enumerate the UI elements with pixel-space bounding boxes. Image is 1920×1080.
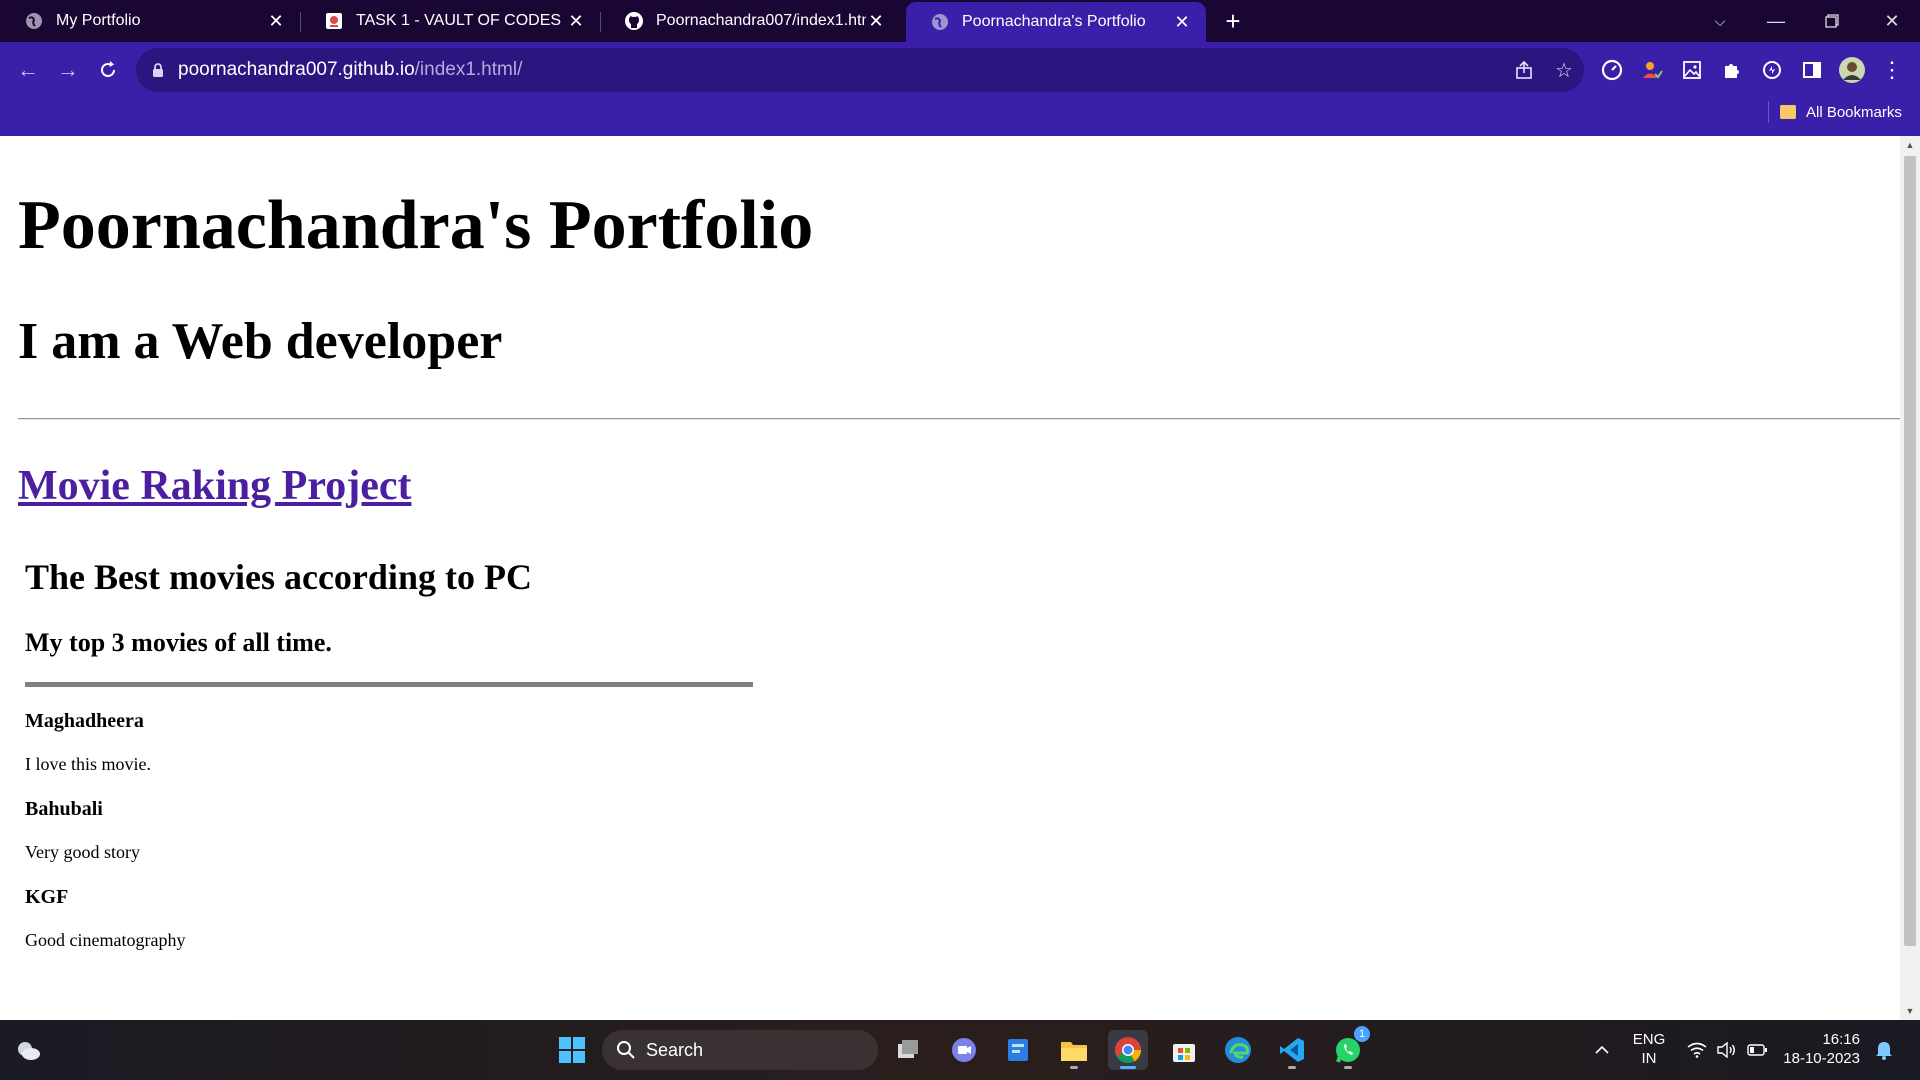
speedometer-extension-icon[interactable]	[1596, 54, 1628, 86]
section-title: The Best movies according to PC	[25, 557, 532, 597]
tab-vault-of-codes[interactable]: TASK 1 - VAULT OF CODES ✕	[300, 0, 600, 42]
microsoft-store-icon[interactable]	[1164, 1030, 1204, 1070]
back-arrow-icon[interactable]: ←	[12, 54, 44, 86]
browser-toolbar: ← → poornachandra007.github.io /index1.h…	[0, 42, 1920, 136]
tab-github-index1[interactable]: Poornachandra007/index1.html ✕	[600, 0, 900, 42]
divider	[18, 418, 1900, 420]
taskbar-search-input[interactable]: Search	[602, 1030, 878, 1070]
active-indicator	[1120, 1066, 1136, 1069]
tab-search-chevron-icon[interactable]: ⌵	[1692, 0, 1748, 42]
person-extension-icon[interactable]	[1636, 54, 1668, 86]
tab-title: My Portfolio	[56, 12, 141, 29]
movie-title: Bahubali	[25, 798, 103, 820]
movie-description: Very good story	[25, 842, 140, 862]
close-tab-icon[interactable]: ✕	[1172, 12, 1192, 32]
star-icon[interactable]: ☆	[1544, 48, 1584, 92]
all-bookmarks-button[interactable]: All Bookmarks	[1780, 100, 1902, 124]
task-view-icon[interactable]	[888, 1030, 928, 1070]
search-icon	[617, 1041, 635, 1059]
folder-icon	[1780, 105, 1796, 119]
kebab-menu-icon[interactable]: ⋮	[1876, 54, 1908, 86]
new-tab-button[interactable]: +	[1218, 6, 1248, 36]
start-windows-icon[interactable]	[552, 1030, 592, 1070]
all-bookmarks-label: All Bookmarks	[1806, 103, 1902, 121]
close-window-icon[interactable]: ✕	[1864, 0, 1920, 42]
file-explorer-icon[interactable]	[1054, 1030, 1094, 1070]
volume-icon[interactable]	[1714, 1038, 1738, 1062]
weather-icon[interactable]	[8, 1030, 48, 1070]
widgets-icon[interactable]	[998, 1030, 1038, 1070]
tab-title: Poornachandra007/index1.html	[656, 12, 866, 29]
input-language[interactable]: ENG IN	[1626, 1030, 1672, 1068]
image-extension-icon[interactable]	[1676, 54, 1708, 86]
movie-description: I love this movie.	[25, 754, 151, 774]
search-placeholder: Search	[646, 1039, 704, 1060]
github-icon	[624, 11, 644, 31]
running-indicator	[1288, 1066, 1296, 1069]
chrome-icon[interactable]	[1108, 1030, 1148, 1070]
movie-title: Maghadheera	[25, 710, 144, 732]
globe-icon	[24, 11, 44, 31]
running-indicator	[1344, 1066, 1352, 1069]
edge-icon[interactable]	[1218, 1030, 1258, 1070]
notification-badge: 1	[1354, 1026, 1370, 1042]
teams-chat-icon[interactable]	[944, 1030, 984, 1070]
tab-my-portfolio[interactable]: My Portfolio ✕	[0, 0, 300, 42]
language-code: ENG	[1632, 1031, 1666, 1048]
scroll-up-arrow-icon[interactable]: ▲	[1900, 136, 1920, 154]
browser-tab-strip: My Portfolio ✕ TASK 1 - VAULT OF CODES ✕…	[0, 0, 1920, 42]
vscode-icon[interactable]	[1272, 1030, 1312, 1070]
minimize-icon[interactable]: —	[1748, 0, 1804, 42]
vertical-scrollbar[interactable]: ▲ ▼	[1900, 136, 1920, 1020]
clock-date: 18-10-2023	[1783, 1050, 1860, 1067]
url-path: /index1.html/	[414, 59, 523, 80]
tab-title: TASK 1 - VAULT OF CODES	[356, 12, 562, 29]
globe-icon	[930, 12, 950, 32]
close-tab-icon[interactable]: ✕	[566, 11, 586, 31]
page-subtitle: I am a Web developer	[18, 313, 503, 370]
wifi-icon[interactable]	[1685, 1038, 1709, 1062]
page-title: Poornachandra's Portfolio	[18, 187, 814, 264]
sync-extension-icon[interactable]	[1756, 54, 1788, 86]
chevron-up-icon[interactable]	[1590, 1038, 1614, 1062]
section-subtitle: My top 3 movies of all time.	[25, 628, 332, 657]
notification-bell-icon[interactable]	[1872, 1038, 1896, 1062]
movie-project-link[interactable]: Movie Raking Project	[18, 462, 411, 510]
tab-poornachandras-portfolio[interactable]: Poornachandra's Portfolio ✕	[906, 2, 1206, 42]
region-code: IN	[1641, 1050, 1657, 1067]
share-icon[interactable]	[1504, 48, 1544, 92]
clock-time: 16:16	[1822, 1031, 1860, 1048]
scroll-down-arrow-icon[interactable]: ▼	[1900, 1002, 1920, 1020]
page-content: Poornachandra's Portfolio I am a Web dev…	[0, 136, 1900, 1020]
scroll-thumb[interactable]	[1904, 156, 1916, 946]
movie-title: KGF	[25, 886, 69, 908]
vault-of-codes-icon	[324, 11, 344, 31]
forward-arrow-icon[interactable]: →	[52, 54, 84, 86]
running-indicator	[1070, 1066, 1078, 1069]
url-host: poornachandra007.github.io	[178, 59, 415, 80]
lock-icon[interactable]	[150, 62, 166, 78]
battery-icon[interactable]	[1745, 1038, 1769, 1062]
tab-title: Poornachandra's Portfolio	[962, 13, 1146, 30]
whatsapp-icon[interactable]: 1	[1328, 1026, 1370, 1070]
movie-description: Good cinematography	[25, 930, 186, 950]
close-tab-icon[interactable]: ✕	[866, 11, 886, 31]
bookmark-separator	[1768, 101, 1769, 123]
restore-window-icon[interactable]	[1804, 0, 1860, 42]
section-divider	[25, 682, 753, 687]
reload-icon[interactable]	[92, 54, 124, 86]
puzzle-icon[interactable]	[1716, 54, 1748, 86]
avatar[interactable]	[1836, 54, 1868, 86]
clock[interactable]: 16:16 18-10-2023	[1776, 1030, 1860, 1068]
windows-taskbar: Search 1 ENG IN 16:16 18-10-2023	[0, 1020, 1920, 1080]
side-panel-icon[interactable]	[1796, 54, 1828, 86]
close-tab-icon[interactable]: ✕	[266, 11, 286, 31]
address-bar[interactable]: poornachandra007.github.io /index1.html/…	[136, 48, 1584, 92]
